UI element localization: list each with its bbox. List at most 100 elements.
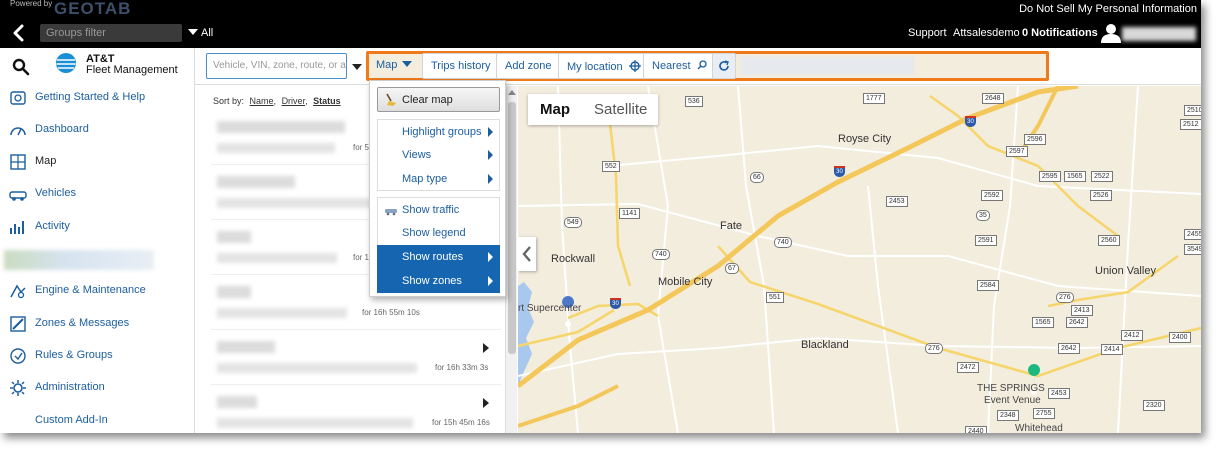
redacted-vehicle-name <box>217 231 251 243</box>
redacted-vehicle-name <box>217 341 275 353</box>
sidebar-item-label: Dashboard <box>35 123 89 135</box>
add-zone-button[interactable]: Add zone <box>496 53 561 79</box>
road-shield: 2597 <box>1006 146 1028 157</box>
sidebar-item-engine[interactable]: Engine & Maintenance <box>0 278 195 304</box>
user-name-redacted <box>1122 27 1196 41</box>
menu-item-label: Show traffic <box>402 204 460 216</box>
sidebar-item-activity[interactable]: Activity <box>0 214 195 240</box>
sidebar-item-help[interactable]: Getting Started & Help <box>0 85 195 111</box>
interstate-shield-icon: 30 <box>610 298 621 309</box>
sidebar-item-dashboard[interactable]: Dashboard <box>0 117 195 143</box>
search-icon[interactable] <box>12 58 30 76</box>
redacted-vehicle-detail <box>217 198 387 208</box>
engine-icon <box>10 284 26 299</box>
chevron-left-icon <box>522 246 531 262</box>
support-link[interactable]: Support <box>908 27 947 39</box>
crosshair-icon <box>628 60 641 72</box>
help-icon <box>10 91 26 105</box>
views-menu-item[interactable]: Views <box>377 143 500 167</box>
list-scrollbar[interactable] <box>505 86 517 433</box>
road-shield: 3549 <box>1184 244 1201 255</box>
chevron-right-icon <box>488 252 493 262</box>
sort-by-driver-link[interactable]: Driver <box>282 96 306 106</box>
broom-icon <box>386 93 396 106</box>
list-item[interactable]: for 15h 45m 16s <box>211 388 501 433</box>
scroll-up-icon[interactable] <box>508 90 516 95</box>
nearest-button[interactable]: Nearest <box>643 53 716 79</box>
sidebar-item-label: Getting Started & Help <box>35 91 146 103</box>
menu-item-label: Views <box>402 149 432 161</box>
brand-line2: Fleet Management <box>86 64 178 76</box>
road-shield: 1777 <box>863 93 885 104</box>
road-shield: 1565 <box>1064 171 1086 182</box>
menu-item-label: Show routes <box>402 251 464 263</box>
sidebar-item-zones[interactable]: Zones & Messages <box>0 311 195 337</box>
map-toolbar: Vehicle, VIN, zone, route, or a Map Trip… <box>195 48 1201 85</box>
sidebar-item-custom-addin[interactable]: Custom Add-In <box>0 408 195 433</box>
sidebar-item-map[interactable]: Map <box>0 149 195 175</box>
road-shield: 2591 <box>975 235 997 246</box>
activity-icon <box>10 221 24 234</box>
map-type-map-button[interactable]: Map <box>540 101 570 118</box>
redacted-vehicle-detail <box>217 143 335 153</box>
refresh-icon <box>719 60 729 71</box>
chevron-right-icon[interactable] <box>483 398 489 408</box>
chevron-down-icon <box>188 29 198 35</box>
highlight-groups-menu-item[interactable]: Highlight groups <box>377 119 500 143</box>
notifications-link[interactable]: 0 Notifications <box>1022 27 1098 39</box>
map-city-label: Royse City <box>838 133 892 145</box>
refresh-button[interactable] <box>712 53 736 79</box>
sidebar-item-rules[interactable]: Rules & Groups <box>0 343 195 369</box>
my-location-button[interactable]: My location <box>558 53 650 79</box>
sort-by-status-link[interactable]: Status <box>313 96 341 106</box>
road-shield: 551 <box>766 292 784 303</box>
clear-map-button[interactable]: Clear map <box>377 87 500 112</box>
show-legend-menu-item[interactable]: Show legend <box>377 221 500 245</box>
sidebar-item-label: Activity <box>35 220 70 232</box>
do-not-sell-link[interactable]: Do Not Sell My Personal Information <box>1019 3 1197 15</box>
road-shield: 2510 <box>1184 105 1201 116</box>
app-window: Powered by GEOTAB Do Not Sell My Persona… <box>0 0 1201 433</box>
map-type-satellite-button[interactable]: Satellite <box>594 101 647 118</box>
redacted-vehicle-detail <box>217 363 417 373</box>
map-city-label: Union Valley <box>1095 265 1156 277</box>
vehicle-search-input[interactable]: Vehicle, VIN, zone, route, or a <box>206 53 347 79</box>
map-canvas[interactable]: Map Satellite Royse City Fate Rockwall M… <box>518 86 1201 433</box>
all-label: All <box>201 27 214 39</box>
collapse-panel-button[interactable] <box>518 237 536 271</box>
trips-history-button[interactable]: Trips history <box>422 53 500 79</box>
groups-filter-input[interactable]: Groups filter <box>40 24 182 42</box>
show-traffic-menu-item[interactable]: Show traffic <box>377 197 500 221</box>
road-shield: 2584 <box>977 280 999 291</box>
list-item[interactable]: for 16h 33m 3s <box>211 333 501 385</box>
map-button-label: Map <box>376 59 398 71</box>
scrollbar-thumb[interactable] <box>508 102 516 354</box>
clear-map-label: Clear map <box>402 94 453 106</box>
chevron-down-icon <box>402 61 413 67</box>
sidebar-item-label: Vehicles <box>35 187 76 199</box>
redacted-vehicle-name <box>217 121 345 133</box>
show-routes-menu-item[interactable]: Show routes <box>377 245 500 269</box>
road-shield: 549 <box>564 217 582 228</box>
redacted-vehicle-name <box>217 396 257 408</box>
interstate-shield-icon: 30 <box>834 166 845 177</box>
account-link[interactable]: Attsalesdemo <box>953 27 1020 39</box>
map-poi-label: rt Supercenter <box>518 303 582 314</box>
map-type-menu-item[interactable]: Map type <box>377 167 500 191</box>
redacted-vehicle-detail <box>217 308 347 318</box>
back-arrow-icon[interactable] <box>10 24 28 42</box>
show-zones-menu-item[interactable]: Show zones <box>377 269 500 293</box>
sidebar-item-redacted[interactable] <box>4 250 154 270</box>
chevron-right-icon <box>488 127 493 137</box>
sidebar-item-administration[interactable]: Administration <box>0 375 195 401</box>
sidebar-item-vehicles[interactable]: Vehicles <box>0 181 195 207</box>
map-icon <box>10 154 26 170</box>
powered-by-brand: Powered by GEOTAB <box>10 0 130 17</box>
user-avatar-icon[interactable] <box>1100 23 1122 43</box>
map-city-label: Fate <box>720 220 743 232</box>
chevron-right-icon <box>488 276 493 286</box>
chevron-right-icon[interactable] <box>483 343 489 353</box>
sort-by-name-link[interactable]: Name <box>250 96 274 106</box>
all-groups-dropdown[interactable]: All <box>188 27 213 39</box>
search-options-dropdown-icon[interactable] <box>352 64 362 70</box>
